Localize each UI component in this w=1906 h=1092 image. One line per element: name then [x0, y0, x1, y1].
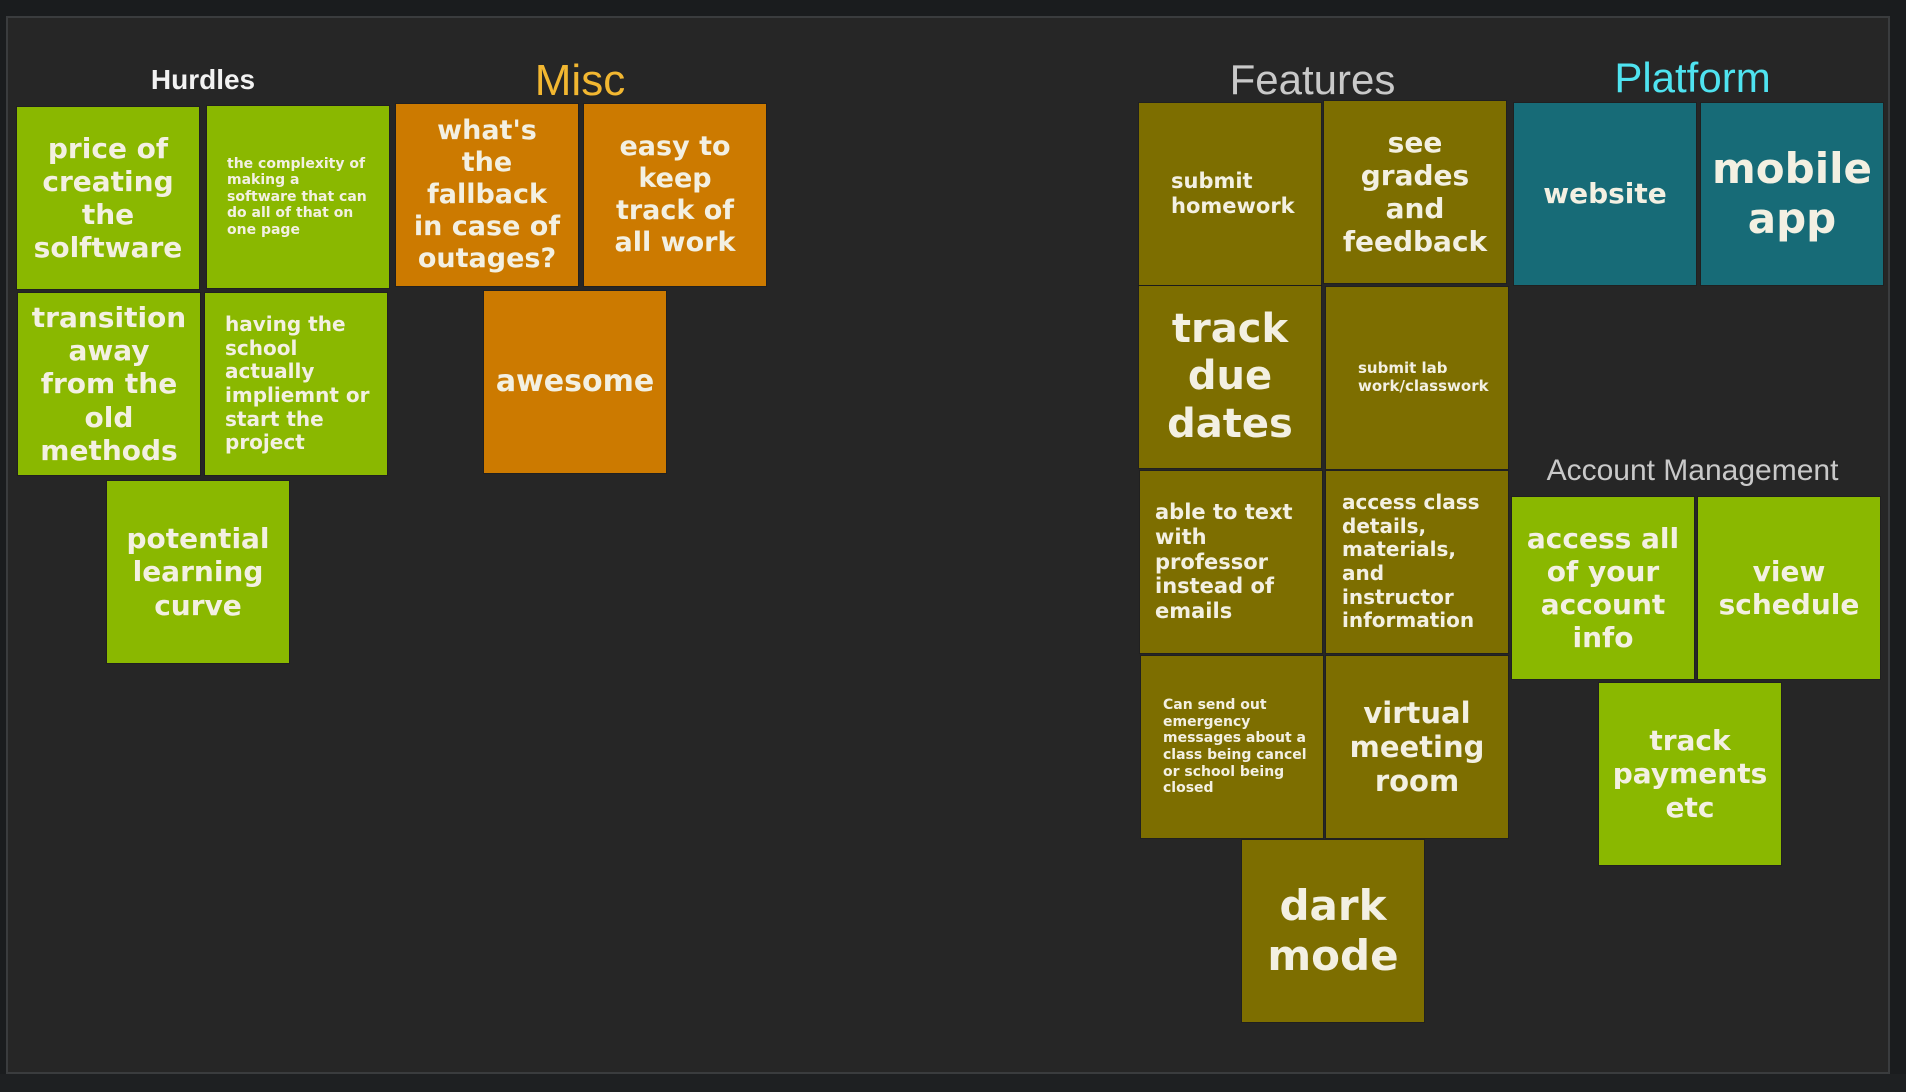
note-text: view schedule	[1718, 554, 1860, 621]
sticky-note-submit-homework[interactable]: submit homework	[1139, 103, 1321, 285]
note-text: track due dates	[1167, 306, 1293, 447]
sticky-note-track-payments[interactable]: track payments etc	[1599, 683, 1781, 865]
note-text: easy to keep track of all work	[614, 131, 736, 258]
sticky-note-track-due-dates[interactable]: track due dates	[1139, 286, 1321, 468]
note-text: Can send out emergency messages about a …	[1163, 697, 1307, 797]
sticky-note-view-schedule[interactable]: view schedule	[1698, 497, 1880, 679]
note-text: what's the fallback in case of outages?	[413, 115, 561, 274]
note-text: submit homework	[1171, 169, 1295, 218]
sticky-note-see-grades[interactable]: see grades and feedback	[1324, 101, 1506, 283]
note-text: awesome	[495, 364, 655, 400]
sticky-note-awesome[interactable]: awesome	[484, 291, 666, 473]
sticky-note-text-professor[interactable]: able to text with professor instead of e…	[1140, 471, 1322, 653]
sticky-note-mobile-app[interactable]: mobile app	[1701, 103, 1883, 285]
sticky-note-submit-lab[interactable]: submit lab work/classwork	[1326, 287, 1508, 469]
sticky-note-fallback[interactable]: what's the fallback in case of outages?	[396, 104, 578, 286]
note-text: access class details, materials, and ins…	[1342, 490, 1480, 633]
sticky-note-school-implement[interactable]: having the school actually impliemnt or …	[205, 293, 387, 475]
note-text: mobile app	[1712, 144, 1872, 243]
sticky-note-access-account[interactable]: access all of your account info	[1512, 497, 1694, 679]
section-title-hurdles: Hurdles	[150, 64, 256, 95]
note-text: access all of your account info	[1526, 521, 1680, 655]
note-text: transition away from the old methods	[31, 301, 187, 467]
section-title-features: Features	[1229, 56, 1396, 103]
section-title-platform: Platform	[1614, 54, 1771, 101]
note-text: see grades and feedback	[1342, 125, 1488, 259]
section-title-misc: Misc	[534, 56, 626, 105]
note-text: the complexity of making a software that…	[227, 155, 367, 238]
sticky-note-price-software[interactable]: price of creating the solftware	[17, 107, 199, 289]
note-text: virtual meeting room	[1349, 695, 1485, 799]
note-text: price of creating the solftware	[33, 131, 183, 265]
sticky-note-learning-curve[interactable]: potential learning curve	[107, 481, 289, 663]
sticky-note-complexity[interactable]: the complexity of making a software that…	[207, 106, 389, 288]
note-text: potential learning curve	[126, 522, 270, 622]
note-text: having the school actually impliemnt or …	[225, 312, 370, 455]
sticky-note-emergency[interactable]: Can send out emergency messages about a …	[1141, 656, 1323, 838]
bottom-bar	[0, 1074, 1906, 1092]
note-text: website	[1543, 177, 1667, 211]
sticky-note-transition[interactable]: transition away from the old methods	[18, 293, 200, 475]
sticky-note-easy-track[interactable]: easy to keep track of all work	[584, 104, 766, 286]
note-text: submit lab work/classwork	[1358, 359, 1489, 395]
sticky-note-virtual-meeting[interactable]: virtual meeting room	[1326, 656, 1508, 838]
sticky-note-website[interactable]: website	[1514, 103, 1696, 285]
note-text: dark mode	[1267, 881, 1399, 980]
sticky-note-access-class[interactable]: access class details, materials, and ins…	[1326, 471, 1508, 653]
note-text: able to text with professor instead of e…	[1155, 500, 1293, 624]
section-title-account-management: Account Management	[1546, 454, 1839, 487]
sticky-note-dark-mode[interactable]: dark mode	[1242, 840, 1424, 1022]
note-text: track payments etc	[1612, 724, 1768, 824]
